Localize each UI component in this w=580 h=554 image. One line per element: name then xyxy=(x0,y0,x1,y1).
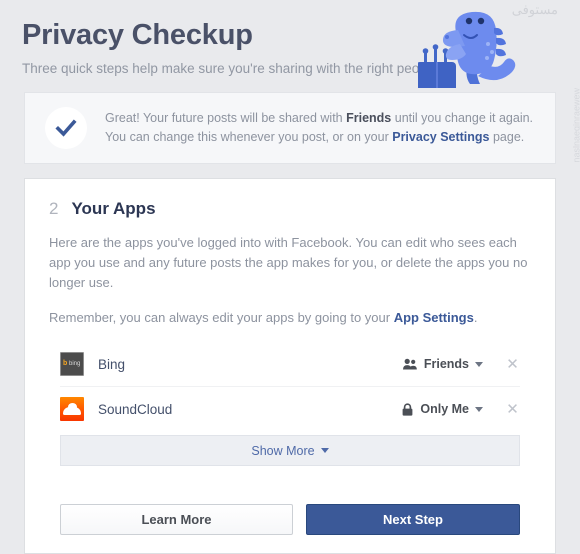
page-header: Privacy Checkup Three quick steps help m… xyxy=(0,0,580,163)
privacy-label: Only Me xyxy=(420,402,469,416)
app-name: Bing xyxy=(98,356,126,372)
bing-app-icon: b bing xyxy=(60,352,84,376)
privacy-settings-link[interactable]: Privacy Settings xyxy=(392,130,489,144)
remove-app-button[interactable]: ✕ xyxy=(505,402,520,417)
watermark-logo: مستوفی xyxy=(511,2,558,17)
learn-more-button[interactable]: Learn More xyxy=(60,504,293,535)
privacy-confirmation-banner: Great! Your future posts will be shared … xyxy=(24,92,556,164)
chevron-down-icon xyxy=(320,448,329,453)
friends-icon xyxy=(402,358,417,370)
remember-prefix: Remember, you can always edit your apps … xyxy=(49,310,394,325)
table-row: b bing Bing Friends ✕ xyxy=(60,342,520,386)
app-name: SoundCloud xyxy=(98,401,173,417)
banner-text-part1: Great! Your future posts will be shared … xyxy=(105,111,347,125)
section-step-number: 2 xyxy=(49,199,59,218)
privacy-label: Friends xyxy=(423,357,469,371)
privacy-selector-bing[interactable]: Friends xyxy=(402,357,483,371)
show-more-label: Show More xyxy=(251,443,315,458)
bing-icon-text: bing xyxy=(69,361,81,367)
banner-highlight: Friends xyxy=(346,111,392,125)
footer-actions: Learn More Next Step xyxy=(60,504,520,535)
app-settings-link[interactable]: App Settings xyxy=(394,310,474,325)
section-description: Here are the apps you've logged into wit… xyxy=(49,235,528,290)
show-more-button[interactable]: Show More xyxy=(60,435,520,466)
bing-icon-letter: b xyxy=(63,360,68,367)
app-list: b bing Bing Friends ✕ SoundCloud Only Me… xyxy=(60,342,520,431)
banner-text-part3: page. xyxy=(489,130,525,144)
banner-message: Great! Your future posts will be shared … xyxy=(105,109,537,147)
soundcloud-cloud-base xyxy=(63,407,81,415)
remove-app-button[interactable]: ✕ xyxy=(505,357,520,372)
watermark-text: naslnaeginraewew xyxy=(572,88,580,163)
lock-icon xyxy=(402,402,413,416)
section-title: Your Apps xyxy=(71,199,156,218)
section-header: 2 Your Apps xyxy=(49,199,531,219)
next-step-button[interactable]: Next Step xyxy=(306,504,520,535)
chevron-down-icon xyxy=(475,361,483,367)
section-remember-note: Remember, you can always edit your apps … xyxy=(49,308,531,328)
chevron-down-icon xyxy=(475,406,483,412)
soundcloud-app-icon xyxy=(60,397,84,421)
privacy-selector-soundcloud[interactable]: Only Me xyxy=(402,402,483,416)
your-apps-card: 2 Your Apps Here are the apps you've log… xyxy=(24,178,556,554)
table-row: SoundCloud Only Me ✕ xyxy=(60,386,520,431)
checkmark-icon xyxy=(45,107,87,149)
remember-suffix: . xyxy=(473,310,478,325)
